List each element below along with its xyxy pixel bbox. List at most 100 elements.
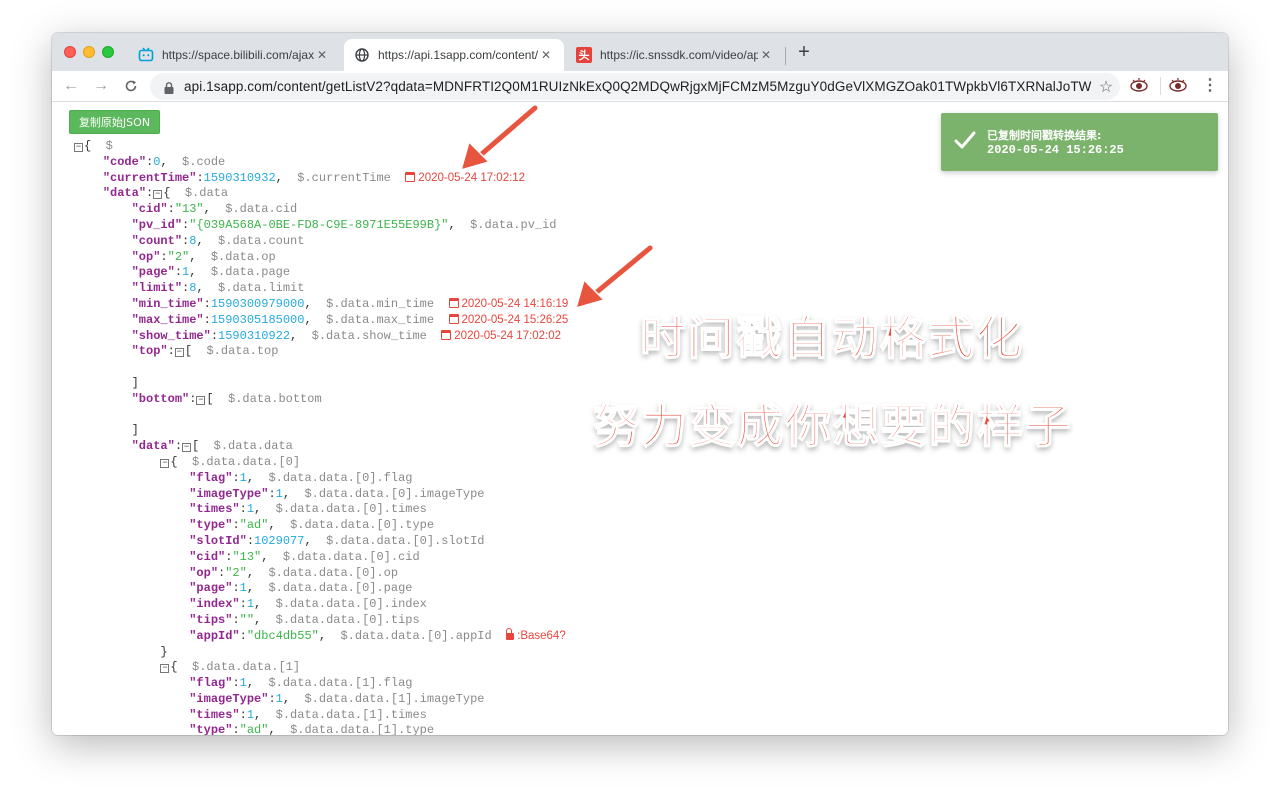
tab-1sapp[interactable]: https://api.1sapp.com/content/ ✕: [344, 39, 564, 71]
close-tab-icon[interactable]: ✕: [538, 48, 554, 62]
collapse-toggle[interactable]: −: [160, 664, 170, 674]
json-value: "13": [174, 202, 204, 217]
timestamp-text: 2020-05-24 17:02:02: [454, 329, 562, 342]
timestamp-badge[interactable]: 2020-05-24 14:16:19: [448, 297, 569, 310]
json-value: "ad": [239, 723, 269, 735]
reload-icon[interactable]: [120, 75, 142, 97]
tab-separator: [785, 47, 786, 65]
json-line: "flag":1, $.data.data.[1].flag: [189, 676, 413, 691]
json-key: "times": [189, 502, 240, 517]
back-arrow-icon[interactable]: ←: [60, 75, 82, 97]
collapse-toggle[interactable]: −: [74, 143, 83, 152]
json-key: "data": [131, 439, 175, 454]
json-value: 1: [275, 691, 283, 706]
tab-bilibili[interactable]: https://space.bilibili.com/ajax/m ✕: [128, 39, 340, 71]
json-line: "op":"2", $.data.data.[0].op: [189, 565, 399, 580]
timestamp-text: 2020-05-24 15:26:25: [461, 313, 569, 326]
json-key: "show_time": [131, 328, 211, 343]
json-path: $.data.limit: [218, 281, 305, 296]
json-line: "slotId":1029077, $.data.data.[0].slotId: [189, 533, 485, 548]
json-key: "flag": [189, 676, 233, 691]
forward-arrow-icon[interactable]: →: [90, 75, 112, 97]
collapse-toggle[interactable]: −: [174, 348, 184, 358]
json-path: $.data.data.[0].imageType: [304, 486, 485, 501]
json-value: 1029077: [254, 533, 305, 548]
copy-success-toast: 已复制时间戳转换结果: 2020-05-24 15:26:25: [941, 113, 1218, 171]
json-line: ]: [74, 423, 139, 438]
json-key: "times": [189, 707, 240, 722]
json-value: "": [239, 612, 255, 627]
json-key: "cid": [131, 202, 168, 217]
copy-raw-json-button[interactable]: 复制原始JSON: [69, 110, 160, 134]
base64-hint-badge[interactable]: :Base64?: [506, 627, 566, 642]
minimize-window-button[interactable]: [83, 46, 95, 58]
json-line: "top": −[ $.data.top: [131, 344, 279, 359]
timestamp-text: 2020-05-24 14:16:19: [461, 297, 569, 310]
toast-value: 2020-05-24 15:26:25: [987, 143, 1124, 157]
json-path: $.data.cid: [225, 202, 298, 217]
json-value: "dbc4db55": [246, 628, 319, 643]
json-path: $.data.data.[0].type: [290, 518, 435, 533]
json-value: 1: [246, 707, 255, 722]
json-path: $.data.bottom: [228, 391, 322, 406]
json-line: "type":"ad", $.data.data.[1].type: [74, 723, 568, 735]
json-line: "cid":"13", $.data.data.[0].cid: [189, 549, 420, 564]
toast-title: 已复制时间戳转换结果:: [987, 129, 1102, 142]
address-bar[interactable]: api.1sapp.com/content/getListV2?qdata=MD…: [150, 73, 1120, 100]
json-path: $.data.data.[1].imageType: [304, 691, 485, 706]
json-line: [74, 360, 568, 376]
json-key: "min_time": [131, 296, 204, 311]
json-key: "flag": [189, 470, 233, 485]
json-key: "type": [189, 723, 233, 735]
json-path: $.data.data.[0].times: [275, 502, 427, 517]
tab-title: https://ic.snssdk.com/video/ap: [600, 48, 758, 62]
collapse-toggle[interactable]: −: [196, 395, 206, 405]
close-tab-icon[interactable]: ✕: [758, 48, 774, 62]
json-value: 1: [239, 581, 247, 596]
json-line: "flag":1, $.data.data.[0].flag: [189, 470, 413, 485]
json-value: "ad": [239, 518, 269, 533]
new-tab-button[interactable]: +: [794, 42, 814, 63]
tab-title: https://api.1sapp.com/content/: [378, 48, 538, 62]
json-key: "max_time": [131, 312, 204, 327]
collapse-toggle[interactable]: −: [182, 443, 192, 453]
menu-icon[interactable]: ⋮: [1202, 76, 1218, 96]
json-line: ]: [74, 375, 139, 390]
json-line: "tips":"", $.data.data.[0].tips: [189, 612, 420, 627]
json-key: "appId": [189, 628, 240, 643]
json-path: $.data.pv_id: [470, 217, 557, 232]
tab-strip: https://space.bilibili.com/ajax/m ✕ http…: [52, 33, 1228, 71]
json-value: 1590310932: [203, 170, 276, 185]
json-line: "page":1, $.data.page: [131, 265, 291, 280]
browser-toolbar: ← → api.1sapp.com/content/getListV2?qdat…: [52, 71, 1228, 101]
json-key: "tips": [189, 612, 233, 627]
promo-subheadline: 努力变成你想要的样子: [592, 398, 1073, 454]
timestamp-badge[interactable]: 2020-05-24 15:26:25: [448, 313, 569, 326]
json-key: "code": [102, 154, 147, 169]
calendar-icon: [448, 313, 459, 324]
tab-snssdk[interactable]: 头 https://ic.snssdk.com/video/ap ✕: [566, 39, 784, 71]
json-path: $.data.data.[1]: [192, 660, 301, 675]
collapse-toggle[interactable]: −: [160, 458, 170, 468]
bookmark-star-icon[interactable]: ☆: [1092, 77, 1120, 97]
json-path: $.data.count: [218, 233, 305, 248]
brace: {: [84, 139, 92, 153]
collapse-toggle[interactable]: −: [153, 190, 163, 200]
json-value: 1: [239, 470, 247, 485]
checkmark-icon: [954, 131, 976, 149]
json-key: "pv_id": [131, 217, 183, 232]
json-line: "page":1, $.data.data.[0].page: [189, 581, 413, 596]
json-value: "2": [167, 249, 190, 264]
json-key: "cid": [189, 549, 226, 564]
lock-icon: [164, 81, 174, 94]
json-line: "limit":8, $.data.limit: [131, 281, 305, 296]
json-line: "cid":"13", $.data.cid: [131, 202, 298, 217]
json-path: $.data.data.[1].type: [290, 723, 435, 735]
json-key: "imageType": [189, 486, 269, 501]
close-tab-icon[interactable]: ✕: [314, 48, 330, 62]
extension-eye-icon[interactable]: [1168, 76, 1188, 96]
timestamp-badge[interactable]: 2020-05-24 17:02:02: [441, 329, 562, 342]
close-window-button[interactable]: [64, 46, 76, 58]
extension-eye-icon[interactable]: [1129, 76, 1149, 96]
zoom-window-button[interactable]: [102, 46, 114, 58]
